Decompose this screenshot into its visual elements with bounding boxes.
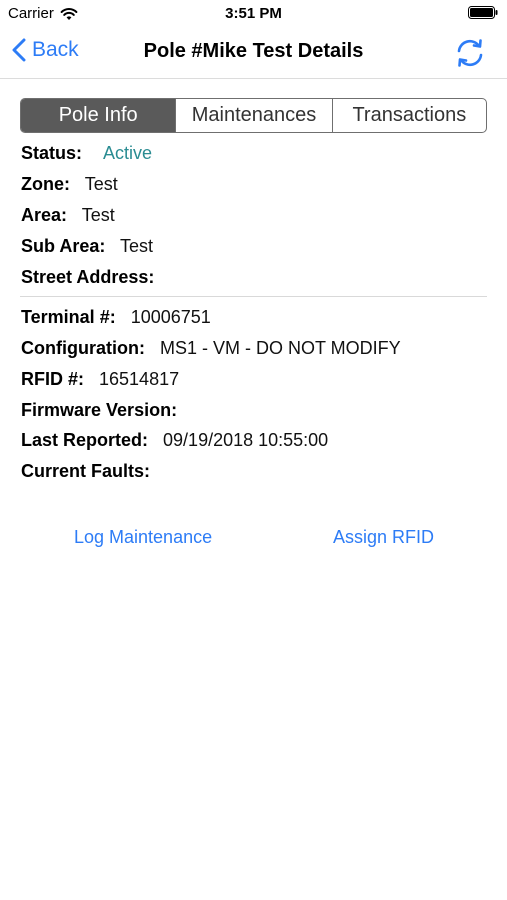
last-reported-label: Last Reported:: [21, 430, 149, 450]
rfid-value: 16514817: [99, 369, 180, 389]
firmware-version-row: Firmware Version:: [21, 400, 187, 421]
configuration-row: Configuration: MS1 - VM - DO NOT MODIFY: [21, 338, 401, 359]
status-time: 3:51 PM: [225, 5, 282, 22]
configuration-label: Configuration:: [21, 338, 145, 358]
tab-maintenances[interactable]: Maintenances: [175, 99, 331, 132]
current-faults-row: Current Faults:: [21, 461, 160, 482]
assign-rfid-button[interactable]: Assign RFID: [333, 527, 434, 548]
zone-value: Test: [84, 174, 118, 194]
terminal-row: Terminal #: 10006751: [21, 307, 211, 328]
zone-row: Zone: Test: [21, 174, 118, 195]
log-maintenance-button[interactable]: Log Maintenance: [74, 527, 212, 548]
status-label: Status:: [21, 143, 83, 163]
page-title: Pole #Mike Test Details: [143, 40, 364, 62]
firmware-version-label: Firmware Version:: [21, 400, 178, 420]
tab-transactions[interactable]: Transactions: [331, 99, 486, 132]
configuration-value: MS1 - VM - DO NOT MODIFY: [160, 338, 401, 358]
battery-icon: [468, 6, 498, 19]
navigation-bar: Back Pole #Mike Test Details: [0, 28, 507, 79]
status-value: Active: [103, 143, 153, 163]
sub-area-row: Sub Area: Test: [21, 236, 153, 257]
street-address-row: Street Address:: [21, 267, 164, 288]
street-address-label: Street Address:: [21, 267, 155, 287]
status-bar: Carrier 3:51 PM: [0, 0, 507, 28]
last-reported-value: 09/19/2018 10:55:00: [163, 430, 329, 450]
rfid-label: RFID #:: [21, 369, 84, 389]
terminal-value: 10006751: [130, 307, 211, 327]
area-label: Area:: [21, 205, 68, 225]
area-value: Test: [81, 205, 115, 225]
sub-area-value: Test: [120, 236, 154, 256]
terminal-label: Terminal #:: [21, 307, 116, 327]
rfid-row: RFID #: 16514817: [21, 369, 179, 390]
last-reported-row: Last Reported: 09/19/2018 10:55:00: [21, 430, 328, 451]
section-divider: [20, 296, 487, 297]
refresh-icon[interactable]: [453, 36, 487, 70]
status-row: Status: Active: [21, 143, 152, 164]
segmented-control: Pole Info Maintenances Transactions: [20, 98, 487, 133]
tab-pole-info[interactable]: Pole Info: [21, 99, 176, 132]
sub-area-label: Sub Area:: [21, 236, 106, 256]
zone-label: Zone:: [21, 174, 70, 194]
current-faults-label: Current Faults:: [21, 461, 151, 481]
area-row: Area: Test: [21, 205, 115, 226]
